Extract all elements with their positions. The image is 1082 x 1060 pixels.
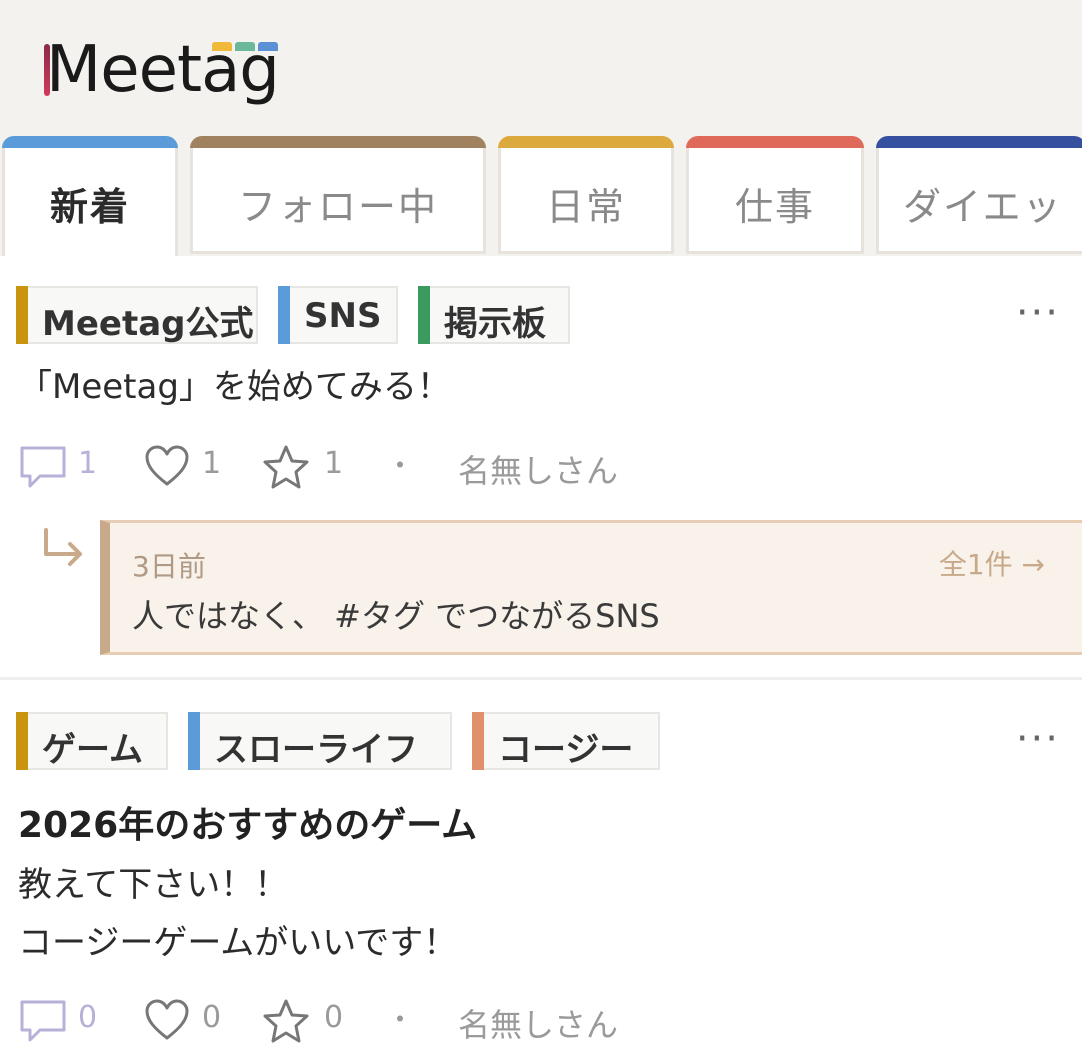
separator-dot: ・ [386, 1003, 415, 1036]
tab-color-bar [686, 136, 864, 148]
post-body-line: 教えて下さい！！ [18, 865, 289, 905]
more-options-button[interactable]: ··· [1016, 290, 1060, 336]
tab-color-bar [876, 136, 1082, 148]
tag-color-bar [418, 286, 430, 344]
latest-reply-preview[interactable]: 3日前 全1件 → 人ではなく、 #タグ でつながるSNS [100, 520, 1082, 655]
tag-label: コージー [498, 730, 634, 770]
post-tags: ゲーム スローライフ コージー [16, 712, 716, 770]
app-header: Meetag 新着 フォロー中 日常 仕事 ダイエッ [0, 0, 1082, 256]
tag-chip[interactable]: スローライフ [188, 712, 452, 770]
tag-chip[interactable]: SNS [278, 286, 398, 344]
tag-chip[interactable]: コージー [472, 712, 660, 770]
tag-label: ゲーム [42, 730, 143, 770]
like-count: 0 [202, 1000, 222, 1035]
tag-chip[interactable]: Meetag公式 [16, 286, 258, 344]
tag-color-bar [472, 712, 484, 770]
tag-color-bar [16, 286, 28, 344]
category-tabs: 新着 フォロー中 日常 仕事 ダイエッ [0, 136, 1082, 256]
tab-work[interactable]: 仕事 [686, 136, 864, 254]
tab-color-bar [498, 136, 674, 148]
star-count: 0 [324, 1000, 344, 1035]
post-author[interactable]: 名無しさん [458, 446, 618, 492]
comment-icon[interactable] [18, 998, 68, 1048]
post-actions: 1 1 1 ・ 名無しさん [18, 444, 718, 492]
logo-tab-icon [235, 42, 255, 51]
like-count: 1 [202, 446, 222, 481]
post-body-line: 「Meetag」を始めてみる！ [18, 367, 451, 407]
tab-label: 日常 [545, 185, 626, 229]
separator-dot: ・ [386, 449, 415, 482]
tag-chip[interactable]: 掲示板 [418, 286, 570, 344]
tab-diet[interactable]: ダイエッ [876, 136, 1082, 254]
star-icon[interactable] [262, 998, 310, 1048]
comment-count: 1 [78, 446, 98, 481]
post-actions: 0 0 0 ・ 名無しさん [18, 998, 718, 1046]
tag-label: スローライフ [214, 730, 418, 770]
tab-daily[interactable]: 日常 [498, 136, 674, 254]
heart-icon[interactable] [144, 998, 190, 1046]
tab-new[interactable]: 新着 [2, 136, 178, 256]
tab-color-bar [190, 136, 486, 148]
star-icon[interactable] [262, 444, 310, 494]
tab-label: 新着 [49, 185, 130, 229]
meetag-logo[interactable]: Meetag [44, 30, 304, 110]
tag-color-bar [188, 712, 200, 770]
view-all-replies-link[interactable]: 全1件 → [939, 543, 1045, 583]
tab-following[interactable]: フォロー中 [190, 136, 486, 254]
tag-label: Meetag公式 [42, 304, 254, 344]
tag-color-bar [278, 286, 290, 344]
tab-label: ダイエッ [903, 185, 1063, 229]
comment-count: 0 [78, 1000, 98, 1035]
reply-arrow-icon [40, 528, 86, 578]
post-tags: Meetag公式 SNS 掲示板 [16, 286, 616, 344]
reply-timestamp: 3日前 [132, 550, 206, 583]
more-options-button[interactable]: ··· [1016, 716, 1060, 762]
tag-color-bar [16, 712, 28, 770]
comment-icon[interactable] [18, 444, 68, 494]
tab-label: フォロー中 [237, 185, 438, 229]
tag-label: 掲示板 [444, 304, 546, 344]
post-body-line: コージーゲームがいいです！ [18, 923, 458, 963]
heart-icon[interactable] [144, 444, 190, 492]
tab-color-bar [2, 136, 178, 148]
post-author[interactable]: 名無しさん [458, 1000, 618, 1046]
logo-tab-icon [258, 42, 278, 51]
star-count: 1 [324, 446, 344, 481]
tab-label: 仕事 [734, 185, 815, 229]
post-divider [0, 677, 1082, 680]
tag-chip[interactable]: ゲーム [16, 712, 168, 770]
logo-tab-icon [212, 42, 232, 51]
tag-label: SNS [304, 296, 382, 336]
reply-text: 人ではなく、 #タグ でつながるSNS [132, 597, 660, 635]
post-title: 2026年のおすすめのゲーム [18, 805, 478, 846]
